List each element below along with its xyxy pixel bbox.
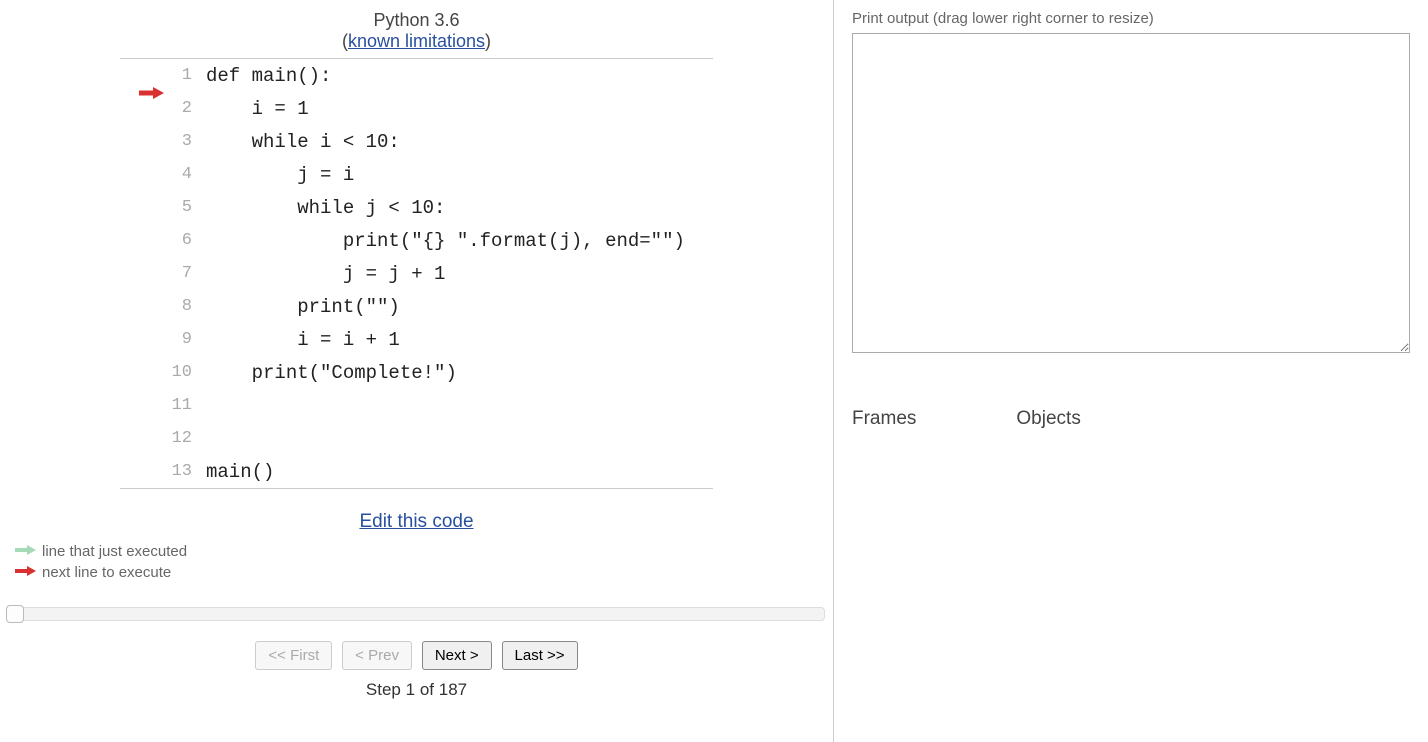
runtime-pane: Print output (drag lower right corner to…	[834, 0, 1428, 742]
code-text: j = i	[200, 164, 354, 186]
code-text: while i < 10:	[200, 131, 400, 153]
line-number: 13	[170, 462, 200, 481]
line-number: 6	[170, 231, 200, 250]
legend-next-line: next line to execute	[42, 564, 171, 581]
step-controls: << First < Prev Next > Last >>	[0, 641, 833, 670]
code-text: j = j + 1	[200, 263, 445, 285]
code-line: 8 print("")	[120, 290, 713, 323]
code-listing: 1def main():2 i = 13 while i < 10:4 j = …	[120, 58, 713, 489]
legend: line that just executed next line to exe…	[0, 543, 833, 585]
next-button[interactable]: Next >	[422, 641, 492, 670]
prev-button[interactable]: < Prev	[342, 641, 412, 670]
code-line: 13main()	[120, 455, 713, 488]
slider-thumb[interactable]	[6, 605, 24, 623]
line-number: 11	[170, 396, 200, 415]
output-label: Print output (drag lower right corner to…	[852, 10, 1410, 27]
line-number: 2	[170, 99, 200, 118]
step-label: Step 1 of 187	[0, 680, 833, 700]
step-slider[interactable]	[8, 607, 825, 621]
line-number: 12	[170, 429, 200, 448]
code-text: while j < 10:	[200, 197, 445, 219]
code-line: 1def main():	[120, 59, 713, 92]
line-number: 9	[170, 330, 200, 349]
code-line: 3 while i < 10:	[120, 125, 713, 158]
code-text: print("Complete!")	[200, 362, 457, 384]
output-box[interactable]	[852, 33, 1410, 353]
line-number: 10	[170, 363, 200, 382]
line-number: 4	[170, 165, 200, 184]
known-limitations-link[interactable]: known limitations	[348, 31, 485, 51]
legend-just-executed: line that just executed	[42, 543, 187, 560]
line-number: 8	[170, 297, 200, 316]
code-line: 10 print("Complete!")	[120, 356, 713, 389]
code-line: 7 j = j + 1	[120, 257, 713, 290]
language-label: Python 3.6	[0, 10, 833, 31]
code-line: 9 i = i + 1	[120, 323, 713, 356]
code-line: 11	[120, 389, 713, 422]
code-pane: Python 3.6 (known limitations) 1def main…	[0, 0, 834, 742]
code-text: print("")	[200, 296, 400, 318]
frames-heading: Frames	[852, 408, 916, 430]
code-text: i = i + 1	[200, 329, 400, 351]
code-line: 5 while j < 10:	[120, 191, 713, 224]
code-line: 4 j = i	[120, 158, 713, 191]
first-button[interactable]: << First	[255, 641, 332, 670]
line-number: 7	[170, 264, 200, 283]
code-text: i = 1	[200, 98, 309, 120]
header: Python 3.6 (known limitations)	[0, 10, 833, 52]
code-text: main()	[200, 461, 274, 483]
code-line: 2 i = 1	[120, 92, 713, 125]
arrow-red-icon	[14, 564, 36, 581]
line-number: 1	[170, 66, 200, 85]
objects-heading: Objects	[1016, 408, 1080, 430]
last-button[interactable]: Last >>	[502, 641, 578, 670]
code-text: def main():	[200, 65, 331, 87]
code-text: print("{} ".format(j), end="")	[200, 230, 685, 252]
line-number: 5	[170, 198, 200, 217]
line-number: 3	[170, 132, 200, 151]
edit-code-link[interactable]: Edit this code	[359, 511, 473, 532]
code-line: 12	[120, 422, 713, 455]
code-line: 6 print("{} ".format(j), end="")	[120, 224, 713, 257]
arrow-green-icon	[14, 543, 36, 560]
